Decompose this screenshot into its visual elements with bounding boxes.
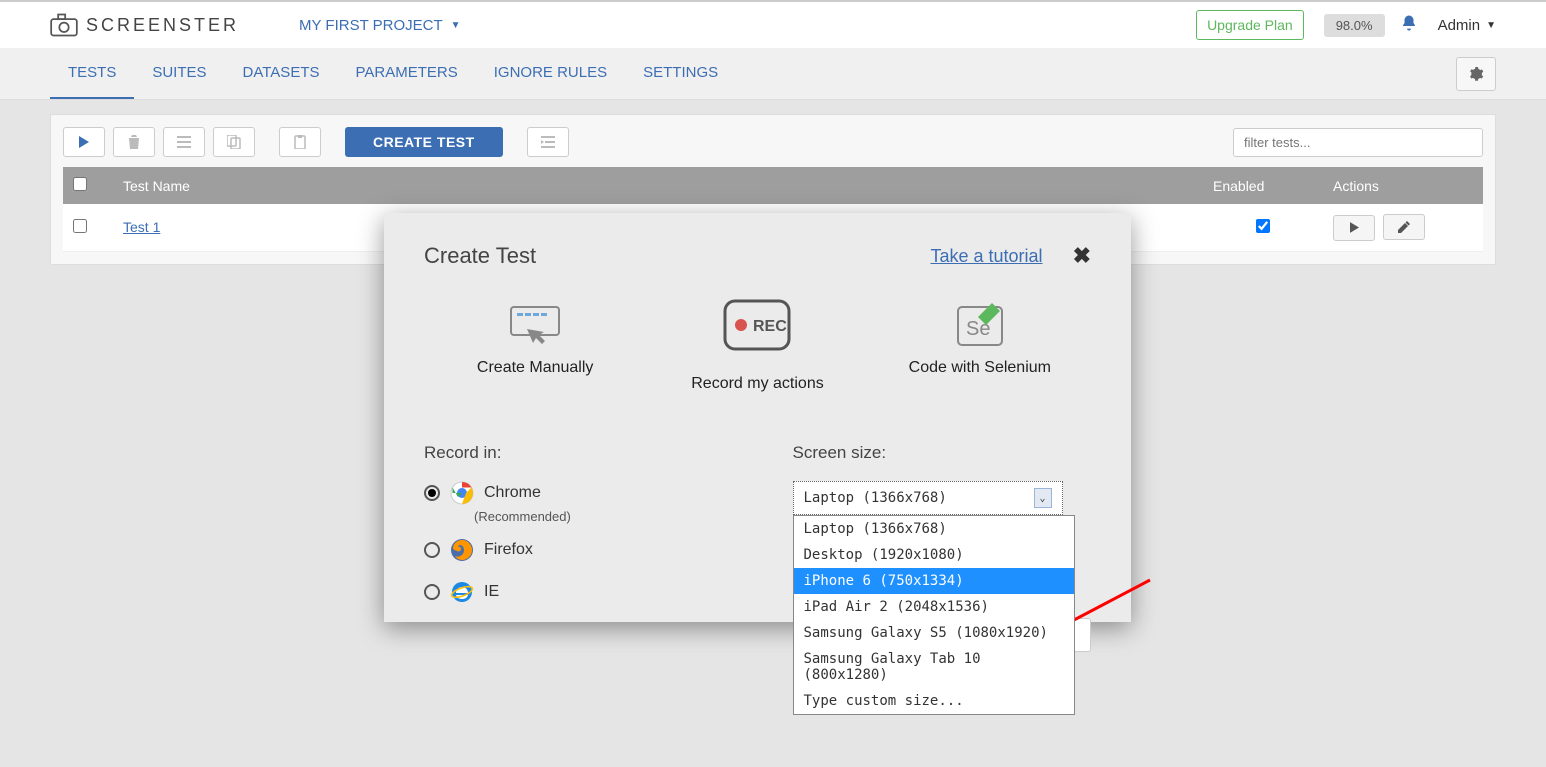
copy-button[interactable] (213, 127, 255, 157)
svg-text:REC: REC (753, 318, 787, 335)
chevron-down-icon: ⌄ (1034, 488, 1052, 508)
project-label: MY FIRST PROJECT (299, 17, 443, 34)
admin-dropdown[interactable]: Admin ▼ (1438, 17, 1496, 34)
delete-button[interactable] (113, 127, 155, 157)
toolbar: CREATE TEST (63, 127, 1483, 157)
select-all-checkbox[interactable] (73, 177, 87, 191)
method-selenium[interactable]: Se Code with Selenium (869, 299, 1091, 393)
record-in-label: Record in: (424, 443, 723, 463)
bell-icon[interactable] (1400, 14, 1418, 37)
gear-icon (1468, 66, 1484, 82)
chrome-recommended: (Recommended) (474, 509, 723, 524)
record-in-col: Record in: Chrome (Recommended) Firefox … (424, 443, 723, 622)
selenium-icon: Se (869, 299, 1091, 351)
chevron-down-icon: ▼ (1486, 20, 1496, 31)
option-galaxy-tab10[interactable]: Samsung Galaxy Tab 10 (800x1280) (794, 646, 1074, 688)
radio-icon (424, 584, 440, 600)
selected-value: Laptop (1366x768) (804, 490, 947, 506)
manual-icon (424, 299, 646, 351)
modal-title: Create Test (424, 243, 536, 269)
close-icon[interactable]: ✖ (1073, 243, 1091, 269)
pencil-icon (1398, 221, 1410, 233)
play-icon (79, 136, 89, 148)
option-desktop[interactable]: Desktop (1920x1080) (794, 542, 1074, 568)
tab-datasets[interactable]: DATASETS (225, 48, 338, 99)
chrome-icon (450, 481, 474, 505)
ie-label: IE (484, 583, 499, 601)
radio-icon (424, 485, 440, 501)
screen-size-select[interactable]: Laptop (1366x768) ⌄ Laptop (1366x768) De… (793, 481, 1063, 515)
camera-icon (50, 13, 78, 37)
row-edit-button[interactable] (1383, 214, 1425, 240)
create-test-modal: Create Test Take a tutorial ✖ Create Man… (384, 213, 1131, 622)
radio-ie[interactable]: IE (424, 580, 723, 604)
option-custom[interactable]: Type custom size... (794, 688, 1074, 714)
ie-icon (450, 580, 474, 604)
method-row: Create Manually REC Record my actions Se… (424, 299, 1091, 393)
form-row: Record in: Chrome (Recommended) Firefox … (424, 443, 1091, 622)
percent-badge: 98.0% (1324, 14, 1385, 37)
list-icon (177, 136, 191, 148)
method-manual[interactable]: Create Manually (424, 299, 646, 393)
top-bar: SCREENSTER MY FIRST PROJECT ▼ Upgrade Pl… (0, 0, 1546, 48)
project-dropdown[interactable]: MY FIRST PROJECT ▼ (299, 17, 461, 34)
modal-header: Create Test Take a tutorial ✖ (424, 243, 1091, 269)
tab-parameters[interactable]: PARAMETERS (338, 48, 476, 99)
tab-tests[interactable]: TESTS (50, 48, 134, 99)
tab-settings[interactable]: SETTINGS (625, 48, 736, 99)
copy-icon (227, 135, 241, 149)
chevron-down-icon: ▼ (451, 20, 461, 31)
option-laptop[interactable]: Laptop (1366x768) (794, 516, 1074, 542)
th-test-name[interactable]: Test Name (113, 167, 1203, 204)
record-icon: REC (646, 299, 868, 351)
method-selenium-label: Code with Selenium (869, 359, 1091, 377)
filter-input[interactable] (1233, 128, 1483, 157)
radio-firefox[interactable]: Firefox (424, 538, 723, 562)
row-play-button[interactable] (1333, 215, 1375, 241)
screen-size-label: Screen size: (793, 443, 1092, 463)
row-checkbox[interactable] (73, 219, 87, 233)
option-galaxy-s5[interactable]: Samsung Galaxy S5 (1080x1920) (794, 620, 1074, 646)
admin-label: Admin (1438, 17, 1481, 34)
upgrade-button[interactable]: Upgrade Plan (1196, 10, 1304, 40)
method-manual-label: Create Manually (424, 359, 646, 377)
firefox-label: Firefox (484, 541, 533, 559)
nav-tabs: TESTS SUITES DATASETS PARAMETERS IGNORE … (0, 48, 1546, 100)
create-test-button[interactable]: CREATE TEST (345, 127, 503, 157)
play-button[interactable] (63, 127, 105, 157)
select-display[interactable]: Laptop (1366x768) ⌄ (793, 481, 1063, 515)
th-enabled[interactable]: Enabled (1203, 167, 1323, 204)
list-button[interactable] (163, 127, 205, 157)
logo-text: SCREENSTER (86, 15, 239, 36)
gear-button[interactable] (1456, 57, 1496, 91)
firefox-icon (450, 538, 474, 562)
tutorial-link[interactable]: Take a tutorial (931, 246, 1043, 267)
clipboard-icon (294, 135, 306, 149)
radio-icon (424, 542, 440, 558)
paste-button[interactable] (279, 127, 321, 157)
tab-ignore-rules[interactable]: IGNORE RULES (476, 48, 625, 99)
option-ipad-air2[interactable]: iPad Air 2 (2048x1536) (794, 594, 1074, 620)
play-icon (1350, 222, 1359, 233)
screen-size-col: Screen size: Laptop (1366x768) ⌄ Laptop … (793, 443, 1092, 622)
logo: SCREENSTER (50, 13, 239, 37)
method-record[interactable]: REC Record my actions (646, 299, 868, 393)
th-actions: Actions (1323, 167, 1483, 204)
chrome-label: Chrome (484, 484, 541, 502)
option-iphone6[interactable]: iPhone 6 (750x1334) (794, 568, 1074, 594)
indent-icon (541, 136, 555, 148)
tab-suites[interactable]: SUITES (134, 48, 224, 99)
test-link[interactable]: Test 1 (123, 219, 160, 235)
method-record-label: Record my actions (646, 375, 868, 393)
enabled-checkbox[interactable] (1256, 219, 1270, 233)
screen-size-dropdown: Laptop (1366x768) Desktop (1920x1080) iP… (793, 515, 1075, 715)
radio-chrome[interactable]: Chrome (424, 481, 723, 505)
trash-icon (128, 135, 140, 149)
indent-button[interactable] (527, 127, 569, 157)
